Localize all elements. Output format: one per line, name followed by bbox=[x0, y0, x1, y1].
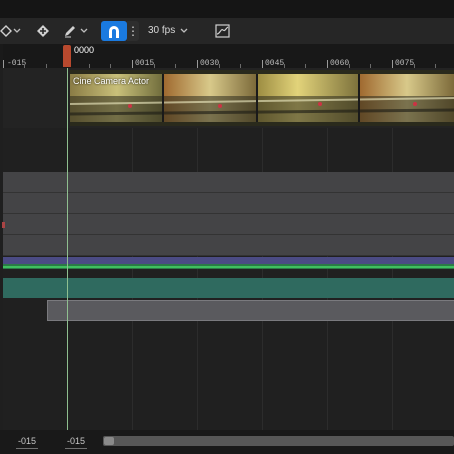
view-end-field[interactable]: -015 bbox=[65, 436, 88, 449]
pencil-icon[interactable] bbox=[62, 22, 78, 40]
teal-section[interactable] bbox=[3, 278, 454, 298]
ruler-label: 0045 bbox=[265, 59, 285, 68]
keyframe-icon[interactable] bbox=[35, 22, 51, 40]
track-marker bbox=[2, 222, 5, 228]
ruler-label: 0060 bbox=[330, 59, 350, 68]
snap-toggle-button[interactable] bbox=[101, 21, 127, 41]
chevron-down-icon[interactable] bbox=[79, 24, 89, 38]
window-top-strip bbox=[0, 0, 454, 18]
frame-rate-selector[interactable]: 30 fps bbox=[148, 25, 175, 36]
camera-clip-label: Cine Camera Actor bbox=[73, 76, 150, 86]
playhead-line[interactable] bbox=[67, 68, 68, 430]
chevron-down-icon[interactable] bbox=[179, 24, 189, 38]
track-row[interactable] bbox=[3, 193, 454, 214]
purple-section[interactable] bbox=[3, 257, 454, 264]
ruler-tick bbox=[197, 60, 198, 68]
snap-options-button[interactable]: ⋮ bbox=[127, 21, 139, 41]
ruler-tick bbox=[132, 60, 133, 68]
timeline-scrollbar[interactable] bbox=[103, 436, 454, 446]
ruler-left-edge bbox=[0, 44, 3, 68]
sequencer-toolbar: ⋮ 30 fps bbox=[0, 18, 454, 44]
gray-section[interactable] bbox=[47, 300, 454, 321]
curve-editor-icon[interactable] bbox=[214, 22, 230, 40]
ruler-tick bbox=[3, 60, 4, 68]
chevron-down-icon[interactable] bbox=[12, 24, 22, 38]
scrollbar-thumb[interactable] bbox=[104, 437, 114, 445]
view-start-field[interactable]: -015 bbox=[16, 436, 39, 449]
playhead-handle[interactable] bbox=[63, 45, 71, 67]
diamond-key-icon[interactable] bbox=[0, 22, 12, 40]
vertical-dots-icon: ⋮ bbox=[127, 24, 139, 38]
ruler-label: 0015 bbox=[135, 59, 155, 68]
ruler-tick bbox=[327, 60, 328, 68]
ruler-label: 0075 bbox=[395, 59, 415, 68]
magnet-icon bbox=[107, 24, 121, 43]
ruler-label: 0030 bbox=[200, 59, 220, 68]
ruler-tick bbox=[262, 60, 263, 68]
ruler-tick bbox=[392, 60, 393, 68]
green-curve-line bbox=[3, 266, 454, 268]
track-row[interactable] bbox=[3, 172, 454, 193]
track-row[interactable] bbox=[3, 235, 454, 256]
current-frame-label: 0000 bbox=[74, 45, 95, 55]
track-row[interactable] bbox=[3, 214, 454, 235]
